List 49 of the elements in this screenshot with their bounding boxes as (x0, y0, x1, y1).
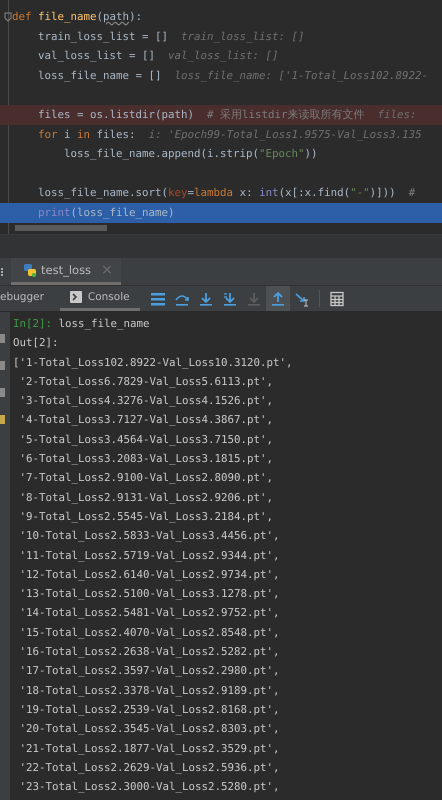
console-output-line: '8-Total_Loss2.9131-Val_Loss2.9206.pt', (18, 490, 274, 506)
run-tab[interactable]: test_loss × (11, 258, 121, 285)
console-output-line: '4-Total_Loss3.7127-Val_Loss4.3867.pt', (18, 412, 274, 428)
console-output-line: '23-Total_Loss2.3000-Val_Loss2.5280.pt', (18, 779, 281, 796)
console-output-line: '2-Total_Loss6.7829-Val_Loss5.6113.pt', (18, 374, 274, 390)
code-line: train_loss_list = [] train_loss_list: [] (37, 28, 306, 45)
console-output-line: '20-Total_Loss2.3545-Val_Loss2.8303.pt', (18, 721, 281, 738)
console-output-line: '15-Total_Loss2.4070-Val_Loss2.8548.pt', (18, 624, 281, 641)
code-line: loss_file_name.sort(key=lambda x: int(x[:x.find("-")])) # (37, 185, 416, 202)
down-arrow-icon (198, 290, 214, 306)
console-input-line: In[2]: loss_file_name (13, 316, 151, 332)
console-output-line: '9-Total_Loss2.5545-Val_Loss3.2184.pt', (18, 508, 274, 525)
arrow-button[interactable] (266, 286, 290, 311)
code-line: def file_name(path): (0, 7, 442, 27)
down-arrow-icon (246, 290, 262, 306)
up-arrow-icon (270, 290, 286, 306)
console-output-line: '13-Total_Loss2.5100-Val_Loss3.1278.pt', (18, 586, 281, 602)
code-line: val_loss_list = [] val_loss_list: [] (37, 48, 280, 64)
console-output-line: '3-Total_Loss4.3276-Val_Loss4.1526.pt', (18, 393, 274, 410)
console-output-line: '10-Total_Loss2.5833-Val_Loss3.4456.pt', (18, 528, 281, 544)
panel-tab[interactable]: Console (60, 286, 140, 311)
code-editor[interactable] (0, 0, 442, 234)
diagonal-arrow-icon (294, 290, 310, 306)
console-output-label: Out[2]: (13, 335, 60, 352)
console-output-line: '19-Total_Loss2.2539-Val_Loss2.8168.pt', (18, 702, 281, 718)
fold-icon[interactable] (4, 12, 12, 22)
terminal-icon (70, 291, 82, 303)
options-icon[interactable] (1, 268, 5, 276)
console-output-line: '12-Total_Loss2.6140-Val_Loss2.9734.pt', (18, 566, 281, 583)
panel-tab[interactable]: ebugger (0, 286, 54, 311)
console-output-line: '17-Total_Loss2.3597-Val_Loss2.2980.pt', (18, 663, 281, 680)
code-line: loss_file_name.append(i.strip("Epoch")) (63, 146, 319, 162)
console-output-line: '6-Total_Loss3.2083-Val_Loss3.1815.pt', (18, 451, 274, 468)
console-output-line: '21-Total_Loss2.1877-Val_Loss2.3529.pt', (18, 740, 281, 757)
scrollbar-thumb[interactable] (15, 225, 107, 231)
calculator-icon (328, 290, 345, 306)
console-output-line: ['1-Total_Loss102.8922-Val_Loss10.3120.pt', (13, 354, 294, 371)
console-output-line: '5-Total_Loss3.4564-Val_Loss3.7150.pt', (18, 432, 274, 448)
list-icon (150, 290, 166, 306)
console-output-line: '22-Total_Loss2.2629-Val_Loss2.5936.pt', (18, 760, 281, 776)
console-output-line: '14-Total_Loss2.5481-Val_Loss2.9752.pt', (18, 605, 281, 622)
console-output-line: '7-Total_Loss2.9100-Val_Loss2.8090.pt', (18, 470, 274, 486)
console-output-line: '16-Total_Loss2.2638-Val_Loss2.5282.pt', (18, 644, 281, 660)
code-line: loss_file_name = [] loss_file_name: ['1-Total_Loss102.8922- (37, 68, 430, 84)
down-arrow-icon (222, 290, 238, 306)
console-output-line: '11-Total_Loss2.5719-Val_Loss2.9344.pt', (18, 548, 281, 564)
python-icon (23, 263, 37, 277)
code-line: for i in files: i: 'Epoch99-Total_Loss1.9575-Val_Loss3.135 (37, 126, 423, 143)
console-output-line: '18-Total_Loss2.3378-Val_Loss2.9189.pt', (18, 682, 281, 699)
